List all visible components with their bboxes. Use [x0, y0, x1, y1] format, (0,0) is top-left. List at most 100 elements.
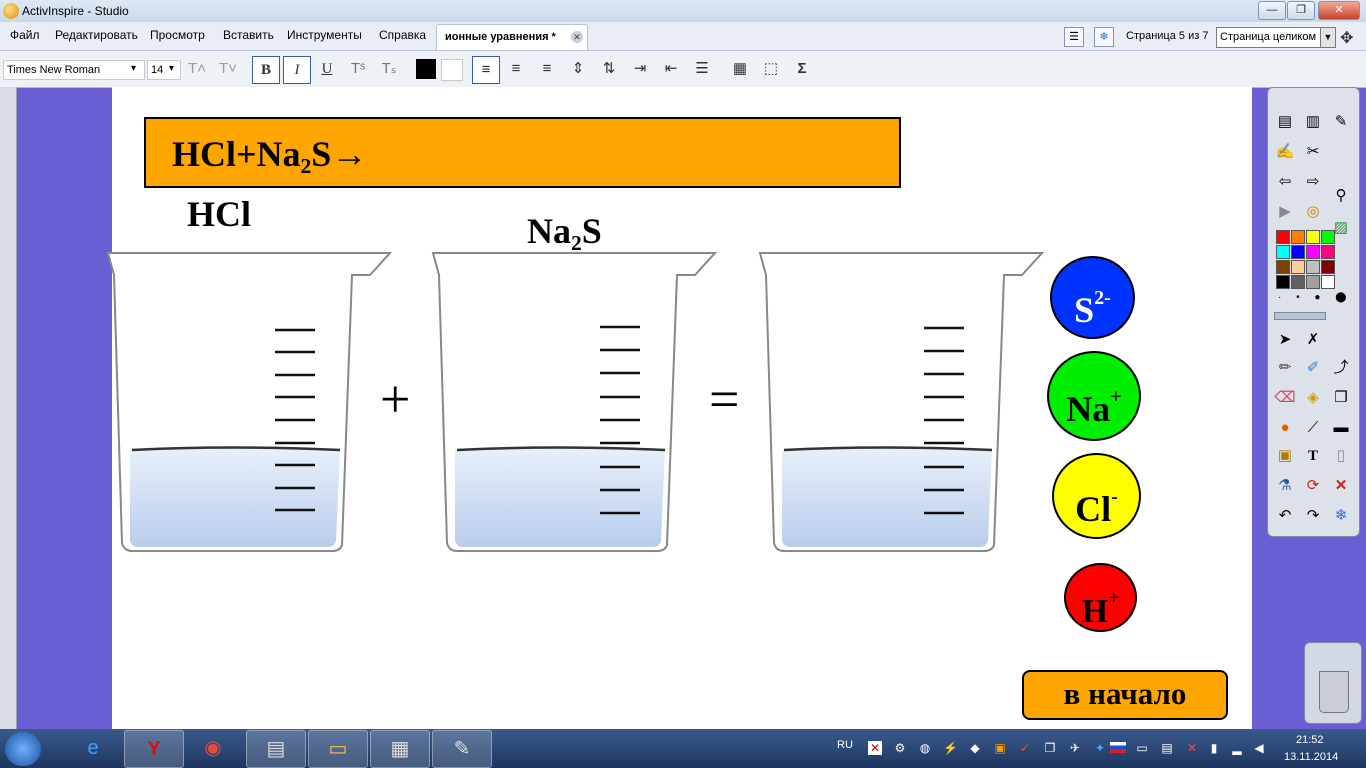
shape-icon[interactable]: ●	[1272, 416, 1298, 440]
chevron-down-icon[interactable]: ▾	[131, 63, 136, 74]
paragraph-spacing-icon[interactable]: ⇅	[596, 56, 622, 82]
text-tool-icon[interactable]: T	[1300, 444, 1326, 468]
underline-button[interactable]: U	[314, 56, 340, 82]
tray-icon-2[interactable]: ⚙	[893, 741, 907, 755]
chrome-icon[interactable]: ◉	[184, 730, 242, 766]
color-swatch-gray[interactable]	[1291, 275, 1305, 289]
width-slider[interactable]	[1274, 312, 1326, 320]
menu-help[interactable]: Справка	[379, 28, 426, 42]
reset-page-icon[interactable]: ⟳	[1300, 474, 1326, 498]
desktop-annotate-icon[interactable]: ✂	[1300, 140, 1326, 164]
color-swatch-orange[interactable]	[1291, 230, 1305, 244]
browser-icon[interactable]: ▥	[1300, 110, 1326, 134]
tray-icon-13[interactable]: ✕	[1185, 741, 1199, 755]
beaker-na2s[interactable]	[425, 245, 735, 565]
clear-icon[interactable]: ✕	[1328, 474, 1354, 498]
redo-icon[interactable]: ↷	[1300, 504, 1326, 528]
redo-page-icon[interactable]: ⤴	[1328, 356, 1354, 380]
color-swatch-pink[interactable]	[1321, 245, 1335, 259]
menu-file[interactable]: Файл	[10, 28, 40, 42]
highlighter-icon[interactable]: ✐	[1300, 356, 1326, 380]
tray-icon-7[interactable]: ✓	[1018, 741, 1032, 755]
activinspire-task-icon[interactable]: ▤	[246, 730, 306, 768]
beaker-result[interactable]	[752, 245, 1062, 565]
close-button[interactable]: ✕	[1318, 1, 1360, 20]
minimize-button[interactable]: —	[1258, 1, 1286, 20]
undo-icon[interactable]: ↶	[1272, 504, 1298, 528]
flask-icon[interactable]: ⚗	[1272, 474, 1298, 498]
subscript-icon[interactable]: Tₛ	[376, 56, 402, 82]
beaker-hcl[interactable]	[100, 245, 410, 565]
tray-icon-4[interactable]: ⚡	[943, 741, 958, 755]
clipart-icon[interactable]: ▣	[1272, 444, 1298, 468]
menu-tools[interactable]: Инструменты	[287, 28, 362, 42]
shrink-font-icon[interactable]: T˅	[215, 56, 241, 82]
menu-insert[interactable]: Вставить	[223, 28, 274, 42]
equation-button[interactable]: Σ	[789, 56, 815, 82]
tray-icon-11[interactable]: ▭	[1135, 741, 1149, 755]
pen-width-dots[interactable]: · • ● ⬤	[1278, 292, 1352, 303]
presenter-icon[interactable]: ✎	[432, 730, 492, 768]
color-swatch-white[interactable]	[1321, 275, 1335, 289]
color-swatch-magenta[interactable]	[1306, 245, 1320, 259]
handwriting-icon[interactable]: ✍	[1272, 140, 1298, 164]
pen-icon[interactable]: ✏	[1272, 356, 1298, 380]
tray-icon-5[interactable]: ◆	[968, 741, 982, 755]
tray-icon-1[interactable]: ✕	[868, 741, 882, 755]
ie-icon[interactable]: e	[64, 730, 122, 766]
copy-icon[interactable]: ❐	[1328, 386, 1354, 410]
superscript-icon[interactable]: Tˢ	[345, 56, 371, 82]
document-icon[interactable]: ▦	[370, 730, 430, 768]
color-swatch-cyan[interactable]	[1276, 245, 1290, 259]
ion-sulfide[interactable]: S2-	[1050, 256, 1135, 339]
highlight-color-swatch[interactable]	[441, 59, 463, 81]
snowflake-icon[interactable]: ❄	[1328, 504, 1354, 528]
table-icon[interactable]: ▦	[727, 56, 753, 82]
outdent-icon[interactable]: ⇤	[658, 56, 684, 82]
eraser-icon[interactable]: ⌫	[1272, 386, 1298, 410]
tray-icon-6[interactable]: ▣	[993, 741, 1007, 755]
color-swatch-silver[interactable]	[1306, 260, 1320, 274]
color-swatch-maroon[interactable]	[1321, 260, 1335, 274]
select-arrow-icon[interactable]: ➤	[1272, 328, 1298, 352]
bold-button[interactable]: B	[252, 56, 280, 84]
color-swatch-red[interactable]	[1276, 230, 1290, 244]
tray-icon-3[interactable]: ◍	[918, 741, 932, 755]
fill-icon[interactable]: ◈	[1300, 386, 1326, 410]
camera-icon[interactable]: ▬	[1328, 416, 1354, 440]
chevron-down-icon[interactable]: ▼	[1320, 28, 1335, 47]
flipchart-icon[interactable]: ▤	[1272, 110, 1298, 134]
color-swatch-black[interactable]	[1276, 275, 1290, 289]
zoom-select[interactable]: Страница целиком ▼	[1216, 27, 1336, 48]
ion-chloride[interactable]: Cl-	[1052, 453, 1141, 539]
align-center-icon[interactable]: ≡	[503, 56, 529, 82]
previous-page-icon[interactable]: ⇦	[1272, 170, 1298, 194]
color-swatch-brown[interactable]	[1276, 260, 1290, 274]
connector-icon[interactable]: ⟋	[1300, 416, 1326, 440]
menu-edit[interactable]: Редактировать	[55, 28, 138, 42]
russian-flag-icon[interactable]	[1110, 742, 1126, 753]
notes-icon[interactable]: ☰	[1064, 27, 1084, 47]
start-over-button[interactable]: в начало	[1022, 670, 1228, 720]
tray-icon-10[interactable]: ✦	[1093, 741, 1107, 755]
tray-icon-14[interactable]: ▮	[1207, 741, 1221, 755]
tray-icon-9[interactable]: ✈	[1068, 741, 1082, 755]
ion-hydrogen[interactable]: H+	[1064, 563, 1137, 632]
pen-tool-icon[interactable]: ✎	[1328, 110, 1354, 134]
magnifier-icon[interactable]: ⚲	[1328, 184, 1354, 208]
indent-icon[interactable]: ⇥	[627, 56, 653, 82]
document-tab[interactable]: ионные уравнения * ✕	[436, 24, 588, 50]
tools-icon[interactable]: ✗	[1300, 328, 1326, 352]
yandex-icon[interactable]: Y	[124, 730, 184, 768]
clock-time[interactable]: 21:52	[1296, 734, 1324, 746]
tray-icon-12[interactable]: ▤	[1160, 741, 1174, 755]
start-orb-icon[interactable]	[5, 732, 41, 766]
text-color-swatch[interactable]	[416, 59, 436, 79]
snowflake-icon[interactable]: ❄	[1094, 27, 1114, 47]
trash-bin[interactable]	[1304, 642, 1362, 724]
browser-panel[interactable]	[0, 87, 17, 729]
bullet-list-icon[interactable]: ☰	[689, 56, 715, 82]
color-swatch-green[interactable]	[1321, 230, 1335, 244]
chevron-down-icon[interactable]: ▾	[169, 63, 174, 74]
move-arrows-icon[interactable]: ✥	[1340, 28, 1353, 48]
